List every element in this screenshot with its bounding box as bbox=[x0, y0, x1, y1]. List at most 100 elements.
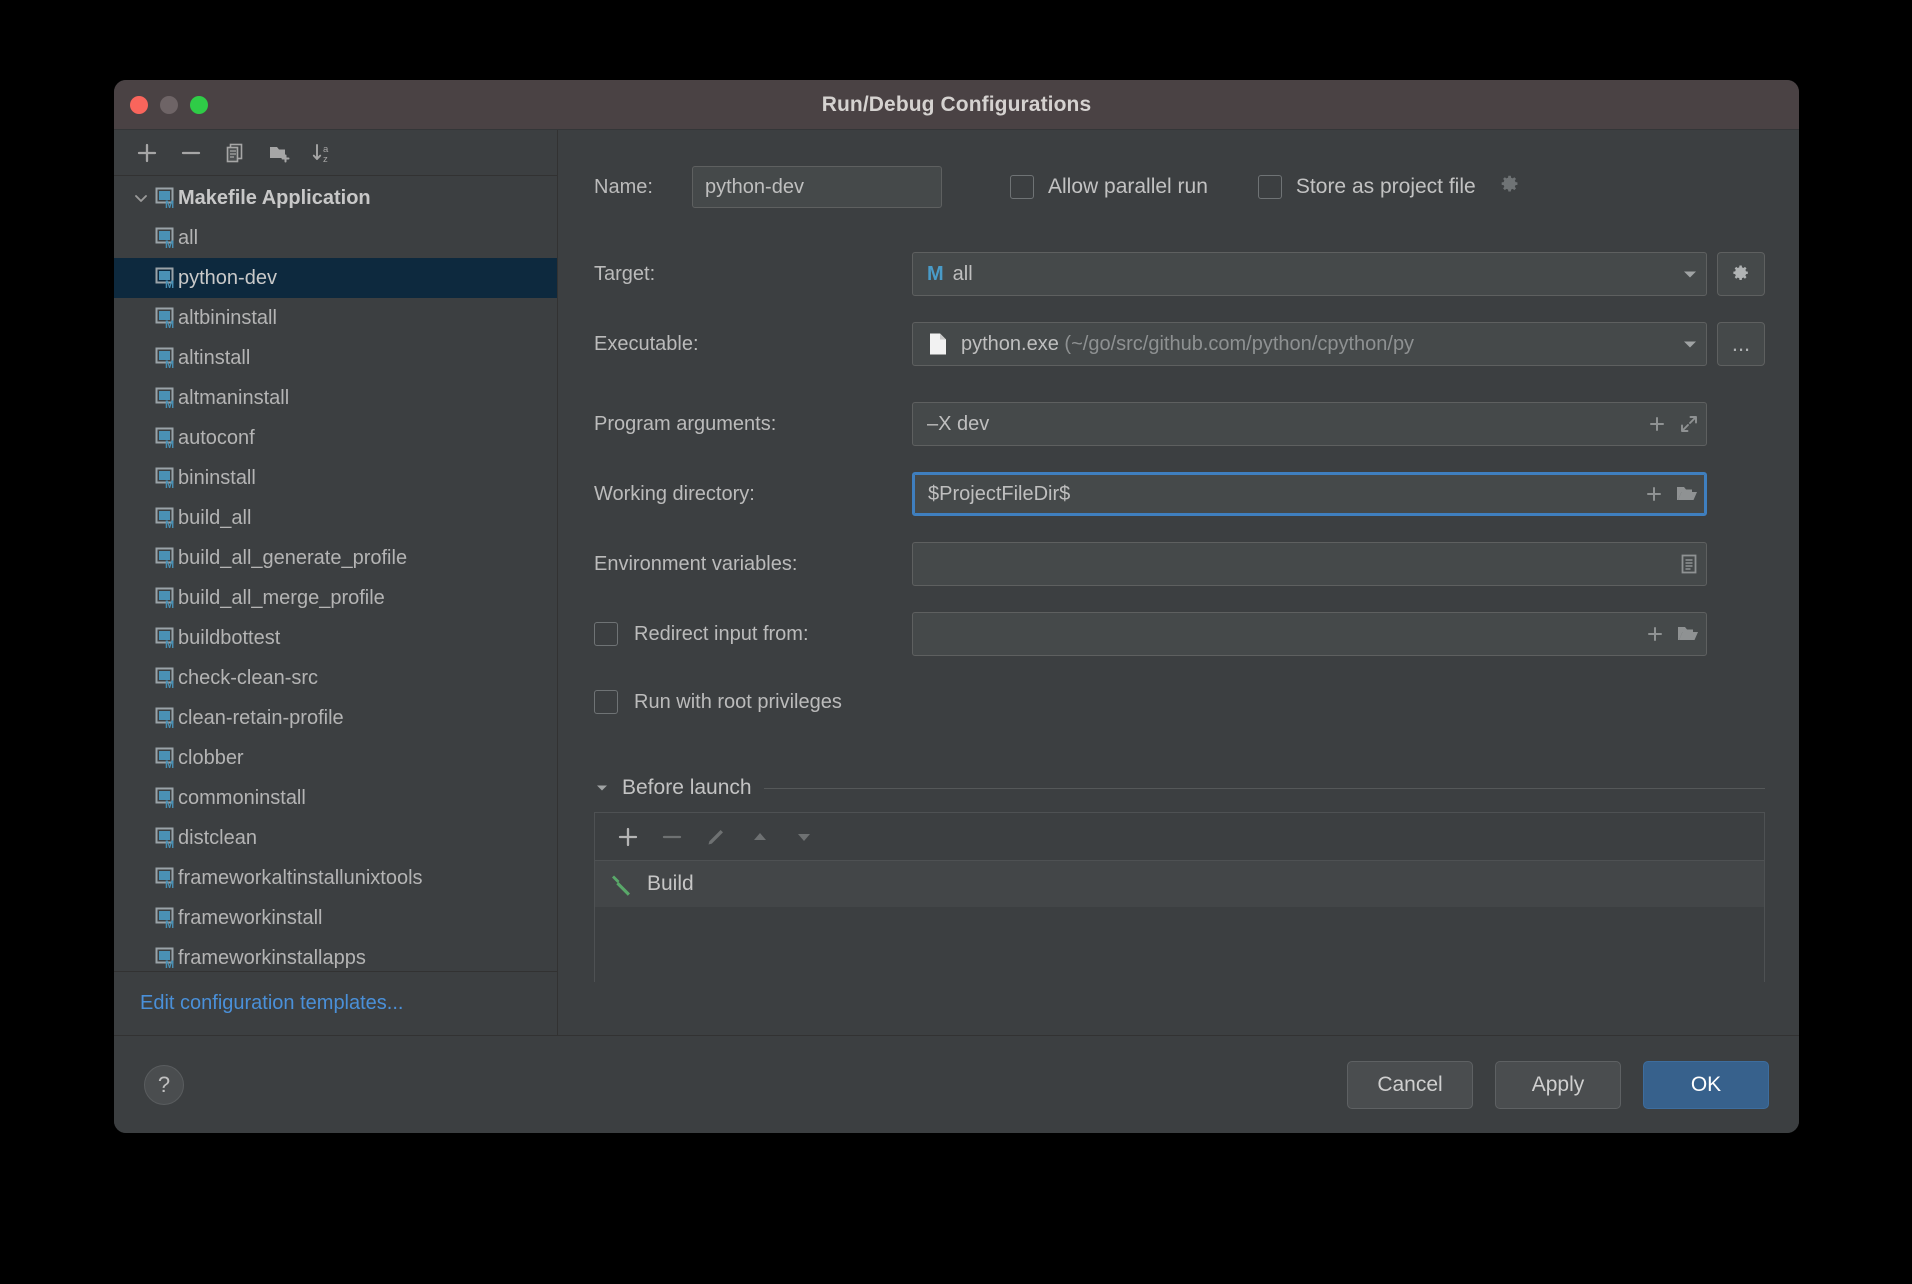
tree-item-build-all[interactable]: Mbuild_all bbox=[114, 498, 557, 538]
before-launch-task-label: Build bbox=[647, 872, 694, 895]
svg-text:M: M bbox=[165, 359, 174, 370]
makefile-icon: M bbox=[154, 946, 178, 971]
tree-item-frameworkinstallapps[interactable]: Mframeworkinstallapps bbox=[114, 938, 557, 971]
insert-macro-icon[interactable] bbox=[1644, 623, 1666, 645]
gear-icon[interactable] bbox=[1498, 173, 1522, 202]
edit-task-button[interactable] bbox=[697, 820, 735, 854]
tree-item-altmaninstall[interactable]: Maltmaninstall bbox=[114, 378, 557, 418]
store-as-project-file-box[interactable] bbox=[1257, 175, 1282, 199]
working-directory-value: $ProjectFileDir$ bbox=[928, 482, 1071, 505]
minimize-button[interactable] bbox=[160, 95, 178, 114]
target-settings-button[interactable] bbox=[1717, 252, 1765, 296]
remove-task-button[interactable] bbox=[653, 820, 691, 854]
environment-variables-label: Environment variables: bbox=[594, 552, 798, 575]
tree-group-makefile-application[interactable]: M Makefile Application bbox=[114, 178, 557, 218]
tree-item-commoninstall[interactable]: Mcommoninstall bbox=[114, 778, 557, 818]
tree-item-altinstall[interactable]: Maltinstall bbox=[114, 338, 557, 378]
edit-environment-variables-icon[interactable] bbox=[1678, 552, 1700, 576]
sort-configurations-button[interactable]: a z bbox=[304, 136, 342, 170]
svg-text:M: M bbox=[165, 959, 174, 970]
browse-folder-icon[interactable] bbox=[1675, 483, 1699, 505]
tree-item-label: check-clean-src bbox=[178, 666, 319, 689]
before-launch-title: Before launch bbox=[622, 776, 752, 799]
redirect-input-checkbox[interactable]: Redirect input from: bbox=[594, 622, 912, 646]
tree-item-check-clean-src[interactable]: Mcheck-clean-src bbox=[114, 658, 557, 698]
target-value: all bbox=[952, 262, 973, 285]
insert-macro-icon[interactable] bbox=[1643, 483, 1665, 505]
move-task-down-button[interactable] bbox=[785, 820, 823, 854]
ellipsis-icon: ... bbox=[1731, 331, 1751, 356]
makefile-icon: M bbox=[154, 306, 178, 331]
zoom-button[interactable] bbox=[190, 95, 208, 114]
run-with-root-checkbox[interactable]: Run with root privileges bbox=[594, 690, 912, 714]
tree-item-clean-retain-profile[interactable]: Mclean-retain-profile bbox=[114, 698, 557, 738]
before-launch-task-row[interactable]: Build bbox=[595, 861, 1764, 907]
tree-item-frameworkaltinstallunixtools[interactable]: Mframeworkaltinstallunixtools bbox=[114, 858, 557, 898]
executable-browse-button[interactable]: ... bbox=[1717, 322, 1765, 366]
browse-folder-icon[interactable] bbox=[1676, 623, 1700, 645]
svg-text:M: M bbox=[165, 639, 174, 650]
makefile-icon: M bbox=[154, 426, 178, 451]
insert-macro-icon[interactable] bbox=[1646, 413, 1668, 435]
svg-text:M: M bbox=[165, 679, 174, 690]
screen-root: Run/Debug Configurations a z M Makefile … bbox=[0, 0, 1912, 1284]
target-combobox[interactable]: M all bbox=[912, 252, 1707, 296]
tree-item-label: frameworkinstallapps bbox=[178, 946, 366, 969]
move-task-up-button[interactable] bbox=[741, 820, 779, 854]
tree-item-label: bininstall bbox=[178, 466, 256, 489]
new-folder-button[interactable] bbox=[260, 136, 298, 170]
makefile-icon: M bbox=[154, 226, 178, 251]
remove-configuration-button[interactable] bbox=[172, 136, 210, 170]
copy-configuration-button[interactable] bbox=[216, 136, 254, 170]
executable-combobox[interactable]: python.exe (~/go/src/github.com/python/c… bbox=[912, 322, 1707, 366]
makefile-icon: M bbox=[154, 866, 178, 891]
store-as-project-file-checkbox[interactable]: Store as project file bbox=[1257, 173, 1522, 202]
redirect-input-row: Redirect input from: bbox=[594, 606, 1765, 662]
apply-button[interactable]: Apply bbox=[1495, 1060, 1621, 1109]
chevron-down-icon[interactable] bbox=[594, 780, 610, 796]
chevron-down-icon[interactable] bbox=[1672, 264, 1700, 284]
tree-group-label: Makefile Application bbox=[178, 186, 371, 209]
tree-item-bininstall[interactable]: Mbininstall bbox=[114, 458, 557, 498]
tree-item-distclean[interactable]: Mdistclean bbox=[114, 818, 557, 858]
before-launch-header[interactable]: Before launch bbox=[594, 776, 1765, 800]
executable-name: python.exe bbox=[961, 332, 1059, 355]
tree-item-python-dev[interactable]: Mpython-dev bbox=[114, 258, 557, 298]
tree-item-buildbottest[interactable]: Mbuildbottest bbox=[114, 618, 557, 658]
working-directory-input[interactable]: $ProjectFileDir$ bbox=[912, 472, 1707, 516]
expand-editor-icon[interactable] bbox=[1678, 413, 1700, 435]
tree-item-altbininstall[interactable]: Maltbininstall bbox=[114, 298, 557, 338]
chevron-down-icon[interactable] bbox=[1672, 334, 1700, 354]
edit-configuration-templates-link[interactable]: Edit configuration templates... bbox=[140, 992, 403, 1015]
tree-item-all[interactable]: Mall bbox=[114, 218, 557, 258]
help-button[interactable]: ? bbox=[144, 1064, 184, 1105]
makefile-icon: M bbox=[154, 386, 178, 411]
target-makefile-badge: M bbox=[927, 262, 944, 285]
allow-parallel-run-box[interactable] bbox=[1010, 175, 1034, 199]
add-configuration-button[interactable] bbox=[128, 136, 166, 170]
tree-item-autoconf[interactable]: Mautoconf bbox=[114, 418, 557, 458]
configuration-form: Name: python-dev Allow parallel run Stor… bbox=[558, 130, 1799, 1035]
allow-parallel-run-checkbox[interactable]: Allow parallel run bbox=[1010, 175, 1208, 199]
tree-item-build-all-merge-profile[interactable]: Mbuild_all_merge_profile bbox=[114, 578, 557, 618]
name-input[interactable]: python-dev bbox=[692, 166, 942, 208]
redirect-input-path-input[interactable] bbox=[912, 612, 1707, 656]
environment-variables-input[interactable] bbox=[912, 542, 1707, 586]
close-button[interactable] bbox=[130, 95, 148, 114]
makefile-icon: M bbox=[154, 466, 178, 491]
chevron-down-icon[interactable] bbox=[128, 189, 154, 207]
redirect-input-box[interactable] bbox=[594, 622, 618, 646]
add-task-button[interactable] bbox=[609, 820, 647, 854]
cancel-button[interactable]: Cancel bbox=[1347, 1060, 1473, 1109]
configurations-tree[interactable]: M Makefile Application Mall Mpython-dev Ma… bbox=[114, 176, 557, 971]
tree-item-frameworkinstall[interactable]: Mframeworkinstall bbox=[114, 898, 557, 938]
program-arguments-input[interactable]: –X dev bbox=[912, 402, 1707, 446]
svg-text:M: M bbox=[165, 279, 174, 290]
ok-button[interactable]: OK bbox=[1643, 1060, 1769, 1109]
run-with-root-box[interactable] bbox=[594, 690, 618, 714]
tree-item-clobber[interactable]: Mclobber bbox=[114, 738, 557, 778]
tree-item-build-all-generate-profile[interactable]: Mbuild_all_generate_profile bbox=[114, 538, 557, 578]
window-title: Run/Debug Configurations bbox=[821, 92, 1092, 116]
svg-text:M: M bbox=[165, 479, 174, 490]
makefile-icon: M bbox=[154, 626, 178, 651]
